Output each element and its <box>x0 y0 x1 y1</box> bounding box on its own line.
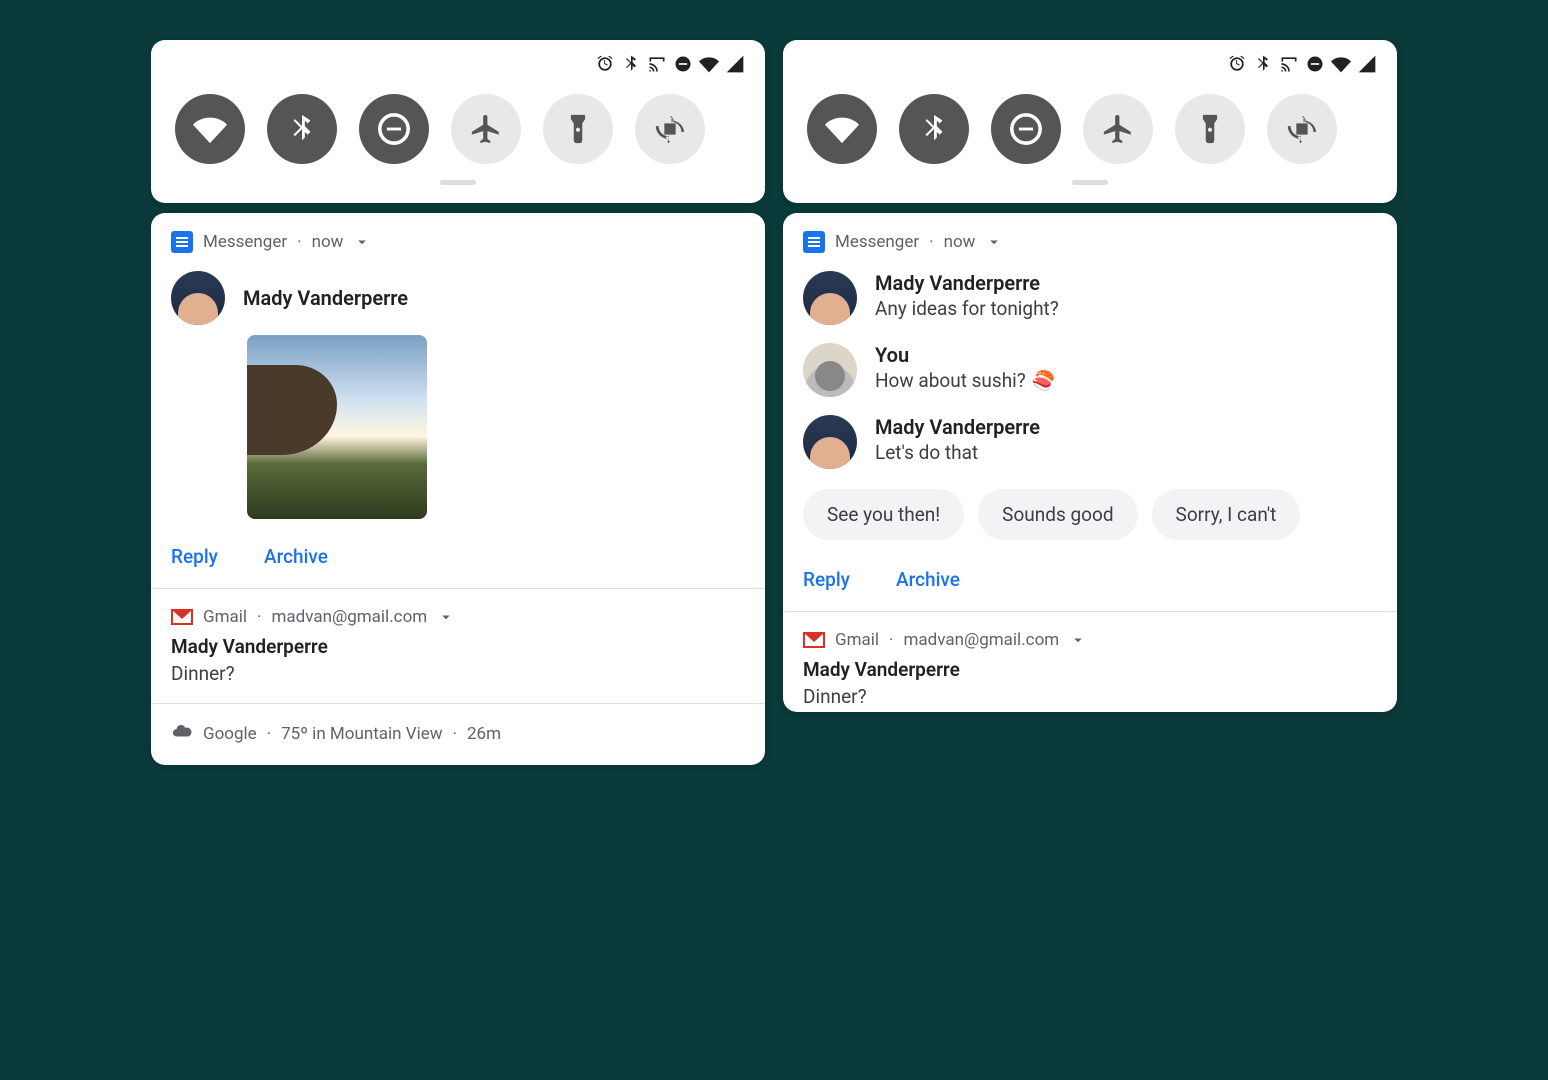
qs-airplane-toggle[interactable] <box>451 94 521 164</box>
wifi-status-icon <box>1331 54 1351 78</box>
qs-rotate-toggle[interactable] <box>1267 94 1337 164</box>
app-name: Gmail <box>835 630 879 650</box>
app-name: Google <box>203 724 257 744</box>
email-subject: Dinner? <box>171 662 745 685</box>
smart-reply-chip[interactable]: Sorry, I can't <box>1152 489 1301 540</box>
app-name: Gmail <box>203 607 247 627</box>
cast-status-icon <box>647 54 667 78</box>
avatar <box>171 271 225 325</box>
notification-header[interactable]: Messenger · now <box>803 231 1377 253</box>
smart-reply-chip[interactable]: Sounds good <box>978 489 1137 540</box>
qs-flashlight-toggle[interactable] <box>543 94 613 164</box>
qs-rotate-toggle[interactable] <box>635 94 705 164</box>
message-item: Mady Vanderperre Let's do that <box>803 415 1377 469</box>
weather-summary: 75º in Mountain View <box>281 724 442 744</box>
app-name: Messenger <box>203 232 287 252</box>
qs-airplane-toggle[interactable] <box>1083 94 1153 164</box>
message-text: Let's do that <box>875 441 1040 464</box>
notification-actions: Reply Archive <box>171 541 745 588</box>
notification-header[interactable]: Gmail · madvan@gmail.com <box>803 630 1377 650</box>
alarm-icon <box>1227 54 1247 78</box>
notification-card-messenger[interactable]: Messenger · now Mady Vanderperre Reply A… <box>151 213 765 765</box>
chevron-down-icon[interactable] <box>1069 631 1087 649</box>
message-text: How about sushi?🍣 <box>875 369 1055 392</box>
notification-card-gmail[interactable]: Gmail · madvan@gmail.com Mady Vanderperr… <box>803 612 1377 712</box>
quick-settings-row <box>165 88 751 164</box>
status-bar <box>165 48 751 88</box>
quick-settings-row <box>797 88 1383 164</box>
gmail-app-icon <box>803 632 825 648</box>
qs-bluetooth-toggle[interactable] <box>899 94 969 164</box>
gmail-app-icon <box>171 609 193 625</box>
smart-reply-row: See you then! Sounds good Sorry, I can't <box>803 489 1377 540</box>
cast-status-icon <box>1279 54 1299 78</box>
sender-row: Mady Vanderperre <box>171 271 745 325</box>
reply-button[interactable]: Reply <box>803 568 850 591</box>
sushi-emoji-icon: 🍣 <box>1032 369 1056 392</box>
qs-dnd-toggle[interactable] <box>991 94 1061 164</box>
message-item: Mady Vanderperre Any ideas for tonight? <box>803 271 1377 325</box>
message-sender: Mady Vanderperre <box>875 415 1040 439</box>
notification-card-weather[interactable]: Google · 75º in Mountain View · 26m <box>171 704 745 765</box>
dnd-status-icon <box>673 54 693 78</box>
archive-button[interactable]: Archive <box>264 545 328 568</box>
quick-settings-panel <box>151 40 765 203</box>
qs-flashlight-toggle[interactable] <box>1175 94 1245 164</box>
archive-button[interactable]: Archive <box>896 568 960 591</box>
wifi-status-icon <box>699 54 719 78</box>
signal-status-icon <box>1357 54 1377 78</box>
notification-time: now <box>944 232 976 252</box>
message-image-thumbnail[interactable] <box>247 335 427 519</box>
alarm-icon <box>595 54 615 78</box>
drag-handle[interactable] <box>1072 180 1108 185</box>
chevron-down-icon[interactable] <box>437 608 455 626</box>
notification-header[interactable]: Messenger · now <box>171 231 745 253</box>
message-sender: Mady Vanderperre <box>875 271 1059 295</box>
quick-settings-panel <box>783 40 1397 203</box>
notification-header[interactable]: Gmail · madvan@gmail.com <box>171 607 745 627</box>
notification-age: 26m <box>467 724 501 744</box>
qs-wifi-toggle[interactable] <box>807 94 877 164</box>
message-text: Any ideas for tonight? <box>875 297 1059 320</box>
messenger-app-icon <box>171 231 193 253</box>
app-name: Messenger <box>835 232 919 252</box>
messenger-app-icon <box>803 231 825 253</box>
notification-actions: Reply Archive <box>803 564 1377 611</box>
avatar <box>803 415 857 469</box>
qs-bluetooth-toggle[interactable] <box>267 94 337 164</box>
reply-button[interactable]: Reply <box>171 545 218 568</box>
dnd-status-icon <box>1305 54 1325 78</box>
signal-status-icon <box>725 54 745 78</box>
avatar <box>803 343 857 397</box>
notification-card-gmail[interactable]: Gmail · madvan@gmail.com Mady Vanderperr… <box>171 589 745 703</box>
phone-right: Messenger · now Mady Vanderperre Any ide… <box>783 40 1397 1040</box>
qs-wifi-toggle[interactable] <box>175 94 245 164</box>
account-label: madvan@gmail.com <box>271 607 427 627</box>
email-sender: Mady Vanderperre <box>803 658 1377 681</box>
email-subject: Dinner? <box>803 685 1377 708</box>
notification-time: now <box>312 232 344 252</box>
drag-handle[interactable] <box>440 180 476 185</box>
phone-left: Messenger · now Mady Vanderperre Reply A… <box>151 40 765 1040</box>
message-item: You How about sushi?🍣 <box>803 343 1377 397</box>
sender-name: Mady Vanderperre <box>243 286 408 310</box>
account-label: madvan@gmail.com <box>903 630 1059 650</box>
email-sender: Mady Vanderperre <box>171 635 745 658</box>
notification-card-messenger[interactable]: Messenger · now Mady Vanderperre Any ide… <box>783 213 1397 712</box>
qs-dnd-toggle[interactable] <box>359 94 429 164</box>
cloud-icon <box>171 720 193 747</box>
avatar <box>803 271 857 325</box>
bluetooth-status-icon <box>621 54 641 78</box>
smart-reply-chip[interactable]: See you then! <box>803 489 964 540</box>
status-bar <box>797 48 1383 88</box>
message-sender: You <box>875 343 1055 367</box>
chevron-down-icon[interactable] <box>353 233 371 251</box>
bluetooth-status-icon <box>1253 54 1273 78</box>
chevron-down-icon[interactable] <box>985 233 1003 251</box>
